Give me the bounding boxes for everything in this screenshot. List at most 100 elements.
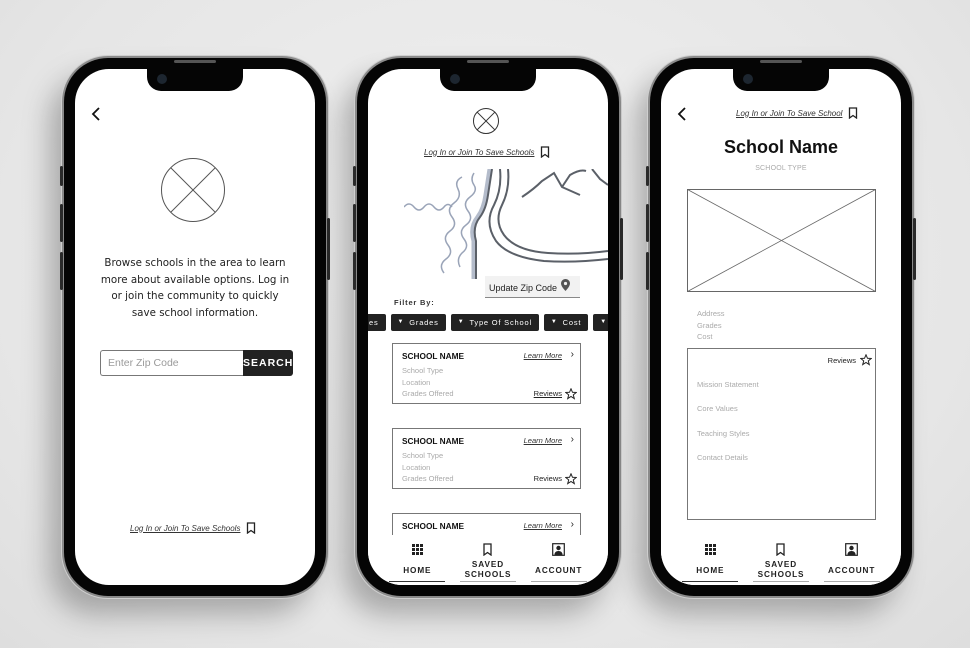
- school-name-heading: School Name: [723, 137, 839, 157]
- learn-more-link[interactable]: Learn More: [524, 436, 562, 445]
- tab-label: HOME: [696, 566, 725, 575]
- tab-label: ACCOUNT: [828, 566, 876, 575]
- bookmark-icon[interactable]: [848, 107, 858, 119]
- intro-text: Browse schools in the area to learn more…: [100, 257, 290, 319]
- school-grades: Grades Offered: [402, 389, 454, 398]
- bookmark-icon: [776, 543, 786, 556]
- bottom-tab-bar: HOME SAVED SCHOOLS ACCOUNT: [368, 535, 608, 585]
- tab-home[interactable]: HOME: [389, 535, 446, 585]
- grid-icon: [704, 544, 716, 555]
- map-road-3: [497, 169, 608, 255]
- silent-switch: [60, 166, 63, 186]
- school-grades: Grades Offered: [402, 474, 454, 483]
- power-button: [327, 218, 330, 280]
- login-prompt: Log In or Join To Save Schools: [424, 146, 550, 158]
- login-join-link[interactable]: Log In or Join To Save Schools: [130, 524, 240, 533]
- chevron-left-icon[interactable]: [675, 105, 689, 123]
- filter-chip-partial[interactable]: es: [368, 314, 386, 331]
- filter-chip-grades[interactable]: ▼ Grades: [390, 314, 446, 331]
- update-zip-code-button[interactable]: Update Zip Code: [485, 276, 580, 298]
- speaker: [174, 60, 216, 63]
- volume-down-button: [60, 252, 63, 290]
- chevron-left-icon[interactable]: [89, 105, 103, 123]
- caret-down-icon: ▼: [397, 319, 405, 325]
- chevron-right-icon[interactable]: ›: [571, 519, 574, 530]
- teaching-styles: Teaching Styles: [697, 429, 750, 438]
- tab-saved-schools[interactable]: SAVED SCHOOLS: [459, 535, 516, 585]
- login-join-link[interactable]: Log In or Join To Save Schools: [424, 148, 534, 157]
- school-location: Location: [402, 462, 431, 472]
- bottom-tab-bar: HOME SAVED SCHOOLS ACCOUNT: [661, 535, 901, 585]
- reviews-link[interactable]: Reviews: [828, 356, 856, 365]
- school-location: Location: [402, 377, 431, 387]
- camera: [450, 74, 460, 84]
- speaker: [467, 60, 509, 63]
- silent-switch: [353, 166, 356, 186]
- notch: [733, 69, 829, 91]
- grades-field: Grades: [697, 320, 722, 330]
- zip-code-input[interactable]: [100, 350, 243, 376]
- filter-chip-cost[interactable]: ▼ Cost: [543, 314, 589, 331]
- school-card[interactable]: SCHOOL NAME Learn More › School Type Loc…: [392, 343, 581, 404]
- filter-label: Filter By:: [394, 298, 435, 307]
- speaker: [760, 60, 802, 63]
- notch: [440, 69, 536, 91]
- address-field: Address: [697, 309, 725, 318]
- tab-label: SAVED SCHOOLS: [758, 560, 805, 579]
- school-type: School Type: [402, 366, 444, 375]
- tab-account[interactable]: ACCOUNT: [823, 535, 880, 585]
- bookmark-icon[interactable]: [246, 522, 256, 534]
- filter-chip-more[interactable]: ▼: [593, 314, 608, 331]
- tab-saved-schools[interactable]: SAVED SCHOOLS: [752, 535, 809, 585]
- volume-down-button: [646, 252, 649, 290]
- tab-account[interactable]: ACCOUNT: [530, 535, 587, 585]
- tab-label-line: SAVED: [471, 560, 505, 569]
- contact-details: Contact Details: [697, 453, 748, 462]
- core-values: Core Values: [697, 404, 738, 413]
- school-type: School Type: [402, 451, 444, 460]
- volume-up-button: [353, 204, 356, 242]
- tab-label-line: SCHOOLS: [757, 569, 805, 579]
- star-icon[interactable]: [565, 473, 577, 485]
- logo-placeholder-icon: [473, 108, 499, 134]
- login-join-link[interactable]: Log In or Join To Save School: [736, 109, 842, 118]
- silent-switch: [646, 166, 649, 186]
- filter-chips: es ▼ Grades ▼ Type Of School ▼ Cost ▼: [368, 314, 608, 331]
- reviews-link[interactable]: Reviews: [534, 389, 562, 398]
- school-card[interactable]: SCHOOL NAME Learn More › School Type Loc…: [392, 428, 581, 489]
- caret-down-icon: ▼: [600, 319, 608, 325]
- filter-chip-type[interactable]: ▼ Type Of School: [450, 314, 539, 331]
- learn-more-link[interactable]: Learn More: [524, 521, 562, 530]
- school-meta: School Type Location Grades Offered: [402, 450, 454, 485]
- chevron-right-icon[interactable]: ›: [571, 349, 574, 360]
- tab-indicator: [389, 580, 446, 582]
- grid-icon: [411, 544, 423, 555]
- tab-home[interactable]: HOME: [682, 535, 739, 585]
- tab-indicator: [459, 580, 516, 582]
- star-icon[interactable]: [860, 354, 872, 366]
- bookmark-icon[interactable]: [540, 146, 550, 158]
- star-icon[interactable]: [565, 388, 577, 400]
- account-icon: [552, 543, 566, 556]
- map-illustration[interactable]: [404, 169, 608, 279]
- learn-more-link[interactable]: Learn More: [524, 351, 562, 360]
- tab-label-line: SAVED: [764, 560, 798, 569]
- volume-up-button: [646, 204, 649, 242]
- camera: [157, 74, 167, 84]
- map-wave: [404, 203, 453, 211]
- search-button[interactable]: SEARCH: [243, 350, 294, 376]
- map-ridge-2: [591, 169, 608, 186]
- phone-landing-screen: Browse schools in the area to learn more…: [60, 58, 330, 596]
- power-button: [620, 218, 623, 280]
- school-meta: School Type Location Grades Offered: [402, 365, 454, 400]
- tab-label: ACCOUNT: [535, 566, 583, 575]
- chevron-right-icon[interactable]: ›: [571, 434, 574, 445]
- screen: Log In or Join To Save School School Nam…: [661, 69, 901, 585]
- tab-indicator: [823, 580, 880, 582]
- filter-chip-label: Type Of School: [469, 318, 532, 327]
- reviews-link[interactable]: Reviews: [534, 474, 562, 483]
- screen: Log In or Join To Save Schools Update Zi…: [368, 69, 608, 585]
- school-type-label: SCHOOL TYPE: [755, 165, 807, 172]
- school-name: SCHOOL NAME: [402, 521, 465, 531]
- volume-up-button: [60, 204, 63, 242]
